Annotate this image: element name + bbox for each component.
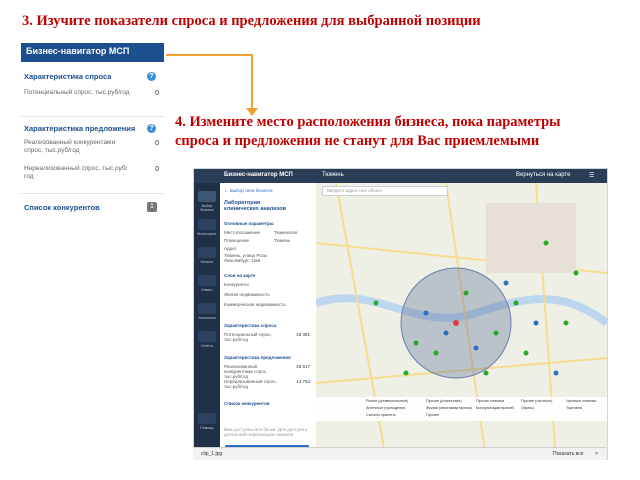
- competitors-count-badge[interactable]: 1: [147, 202, 157, 212]
- legend-item: Аптечные учреждения: [366, 406, 406, 410]
- potential-demand-value: 0: [155, 90, 159, 97]
- step4-line2: спроса и предложения не станут для Вас п…: [175, 133, 540, 149]
- map-area[interactable]: Введите адрес или объект Рынки (универса…: [316, 183, 607, 459]
- show-all-button[interactable]: Показать все: [553, 451, 584, 457]
- supply-section-title[interactable]: Характеристика предложения: [24, 124, 135, 133]
- params-header: Основные параметры: [224, 221, 274, 226]
- address-label: Адрес: [224, 246, 237, 251]
- nav-help-icon[interactable]: [198, 413, 216, 424]
- legend-item: Прочие клиники: [476, 399, 505, 403]
- connector-arrow-vertical: [251, 54, 253, 112]
- legend-item: Прочие (розничные): [426, 399, 462, 403]
- nav-label: Отчёты: [200, 344, 214, 348]
- step4-line1: 4. Измените место расположения бизнеса, …: [175, 114, 561, 130]
- step4-instruction: 4. Измените место расположения бизнеса, …: [175, 113, 635, 151]
- nav-label: Каталог: [200, 260, 214, 264]
- legend-item: Прочее: [426, 413, 440, 417]
- legend-item: Офисы: [521, 406, 534, 410]
- layers-header: Слои на карте: [224, 273, 256, 278]
- property-label: Помещение: [224, 238, 249, 243]
- layer-residential[interactable]: Жилая недвижимость: [224, 292, 270, 297]
- back-to-map-link[interactable]: Вернуться на карте: [516, 172, 570, 178]
- legend-item: Консультации врачей: [476, 406, 514, 410]
- demand-row-label: Потенциальный спрос, тыс.руб/год: [224, 332, 272, 342]
- urban-area: [486, 203, 576, 273]
- nav-label: Помощь: [200, 426, 214, 430]
- business-title: Лаборатории клинических анализов: [224, 200, 287, 212]
- supply-row2-label: Нереализованный спрос, тыс.руб/год: [224, 379, 277, 389]
- legend-item: Частные клиники: [566, 399, 597, 403]
- download-file[interactable]: clip_1.jpg: [201, 451, 222, 457]
- close-icon[interactable]: ×: [595, 451, 598, 457]
- nav-invest-icon[interactable]: [198, 275, 216, 286]
- app-topbar: Бизнес-навигатор МСП Тюмень Вернуться на…: [194, 169, 607, 183]
- app-title: Бизнес-навигатор МСП: [224, 172, 293, 178]
- navigator-panel-crop: Бизнес-навигатор МСП Характеристика спро…: [21, 43, 164, 223]
- map-legend: Рынки (универсальные) Прочие (розничные)…: [316, 397, 607, 421]
- layer-competitors[interactable]: Конкуренты: [224, 282, 249, 287]
- help-icon[interactable]: ?: [147, 124, 156, 133]
- nav-catalog-icon[interactable]: [198, 247, 216, 258]
- nav-label: Выбор бизнеса: [200, 204, 214, 212]
- competitors-link[interactable]: Список конкурентов: [24, 203, 100, 212]
- realized-competitors-label: Реализованный конкурентами спрос, тыс.ру…: [24, 139, 116, 154]
- menu-icon[interactable]: ☰: [589, 172, 594, 179]
- left-navigation: Выбор бизнеса Мониторинг Каталог Инвест …: [194, 183, 220, 459]
- nav-label: Инвест: [201, 288, 213, 292]
- location-label: Местоположение: [224, 230, 261, 235]
- arrow-head-icon: [246, 108, 258, 116]
- back-link[interactable]: ← Выбор типа бизнеса: [224, 188, 272, 193]
- business-side-panel: ← Выбор типа бизнеса Лаборатории клиниче…: [220, 183, 317, 459]
- potential-demand-label: Потенциальный спрос, тыс.руб/год: [24, 89, 130, 96]
- panel-title: Бизнес-навигатор МСП: [21, 43, 164, 62]
- unrealized-label: Нереализованный спрос, тыс.руб/год: [24, 165, 128, 180]
- nav-label: Мониторинг: [197, 232, 217, 236]
- legend-item: Салоны красоты: [366, 413, 396, 417]
- nav-monitoring-icon[interactable]: [198, 219, 216, 230]
- app-screenshot: Бизнес-навигатор МСП Тюмень Вернуться на…: [193, 168, 608, 460]
- map-search-input[interactable]: Введите адрес или объект: [322, 186, 448, 196]
- download-bar: clip_1.jpg Показать все ×: [193, 447, 606, 460]
- legend-item: Прочие (частные): [521, 399, 553, 403]
- legend-item: Торговля: [566, 406, 582, 410]
- supply-header: Характеристика предложения: [224, 355, 291, 360]
- supply-row1-value: 28 617: [296, 364, 310, 369]
- divider: [21, 193, 164, 194]
- address-value[interactable]: Тюмень, улица Розы Люксембург, 13к6: [224, 253, 286, 263]
- supply-row2-value: 14 764: [296, 379, 310, 384]
- unrealized-value: 0: [155, 166, 159, 173]
- nav-label: Аналитика: [198, 316, 216, 320]
- legend-item: Рынки (универсальные): [366, 399, 409, 403]
- nav-business-icon[interactable]: [198, 191, 216, 202]
- nav-analytics-icon[interactable]: [198, 303, 216, 314]
- location-value[interactable]: Тюменская: [274, 230, 297, 235]
- nav-reports-icon[interactable]: [198, 331, 216, 342]
- demand-header: Характеристика спроса: [224, 323, 277, 328]
- access-note: Вам доступны все блоки. Для доступа к де…: [224, 427, 308, 437]
- property-value[interactable]: Тюмень: [274, 238, 290, 243]
- legend-item: Жилая (многоквартирная): [426, 406, 472, 410]
- city-selector[interactable]: Тюмень: [322, 172, 344, 178]
- supply-row1-label: Реализованный конкурентами спрос, тыс.ру…: [224, 364, 268, 379]
- demand-row-value: 43 381: [296, 332, 310, 337]
- help-icon[interactable]: ?: [147, 72, 156, 81]
- connector-arrow-horizontal: [166, 54, 252, 56]
- layer-commercial[interactable]: Коммерческая недвижимость: [224, 302, 286, 307]
- step3-instruction: 3. Изучите показатели спроса и предложен…: [22, 13, 481, 29]
- divider: [21, 116, 164, 117]
- competitors-link[interactable]: Список конкурентов: [224, 401, 269, 406]
- realized-competitors-value: 0: [155, 140, 159, 147]
- demand-section-title[interactable]: Характеристика спроса: [24, 72, 111, 81]
